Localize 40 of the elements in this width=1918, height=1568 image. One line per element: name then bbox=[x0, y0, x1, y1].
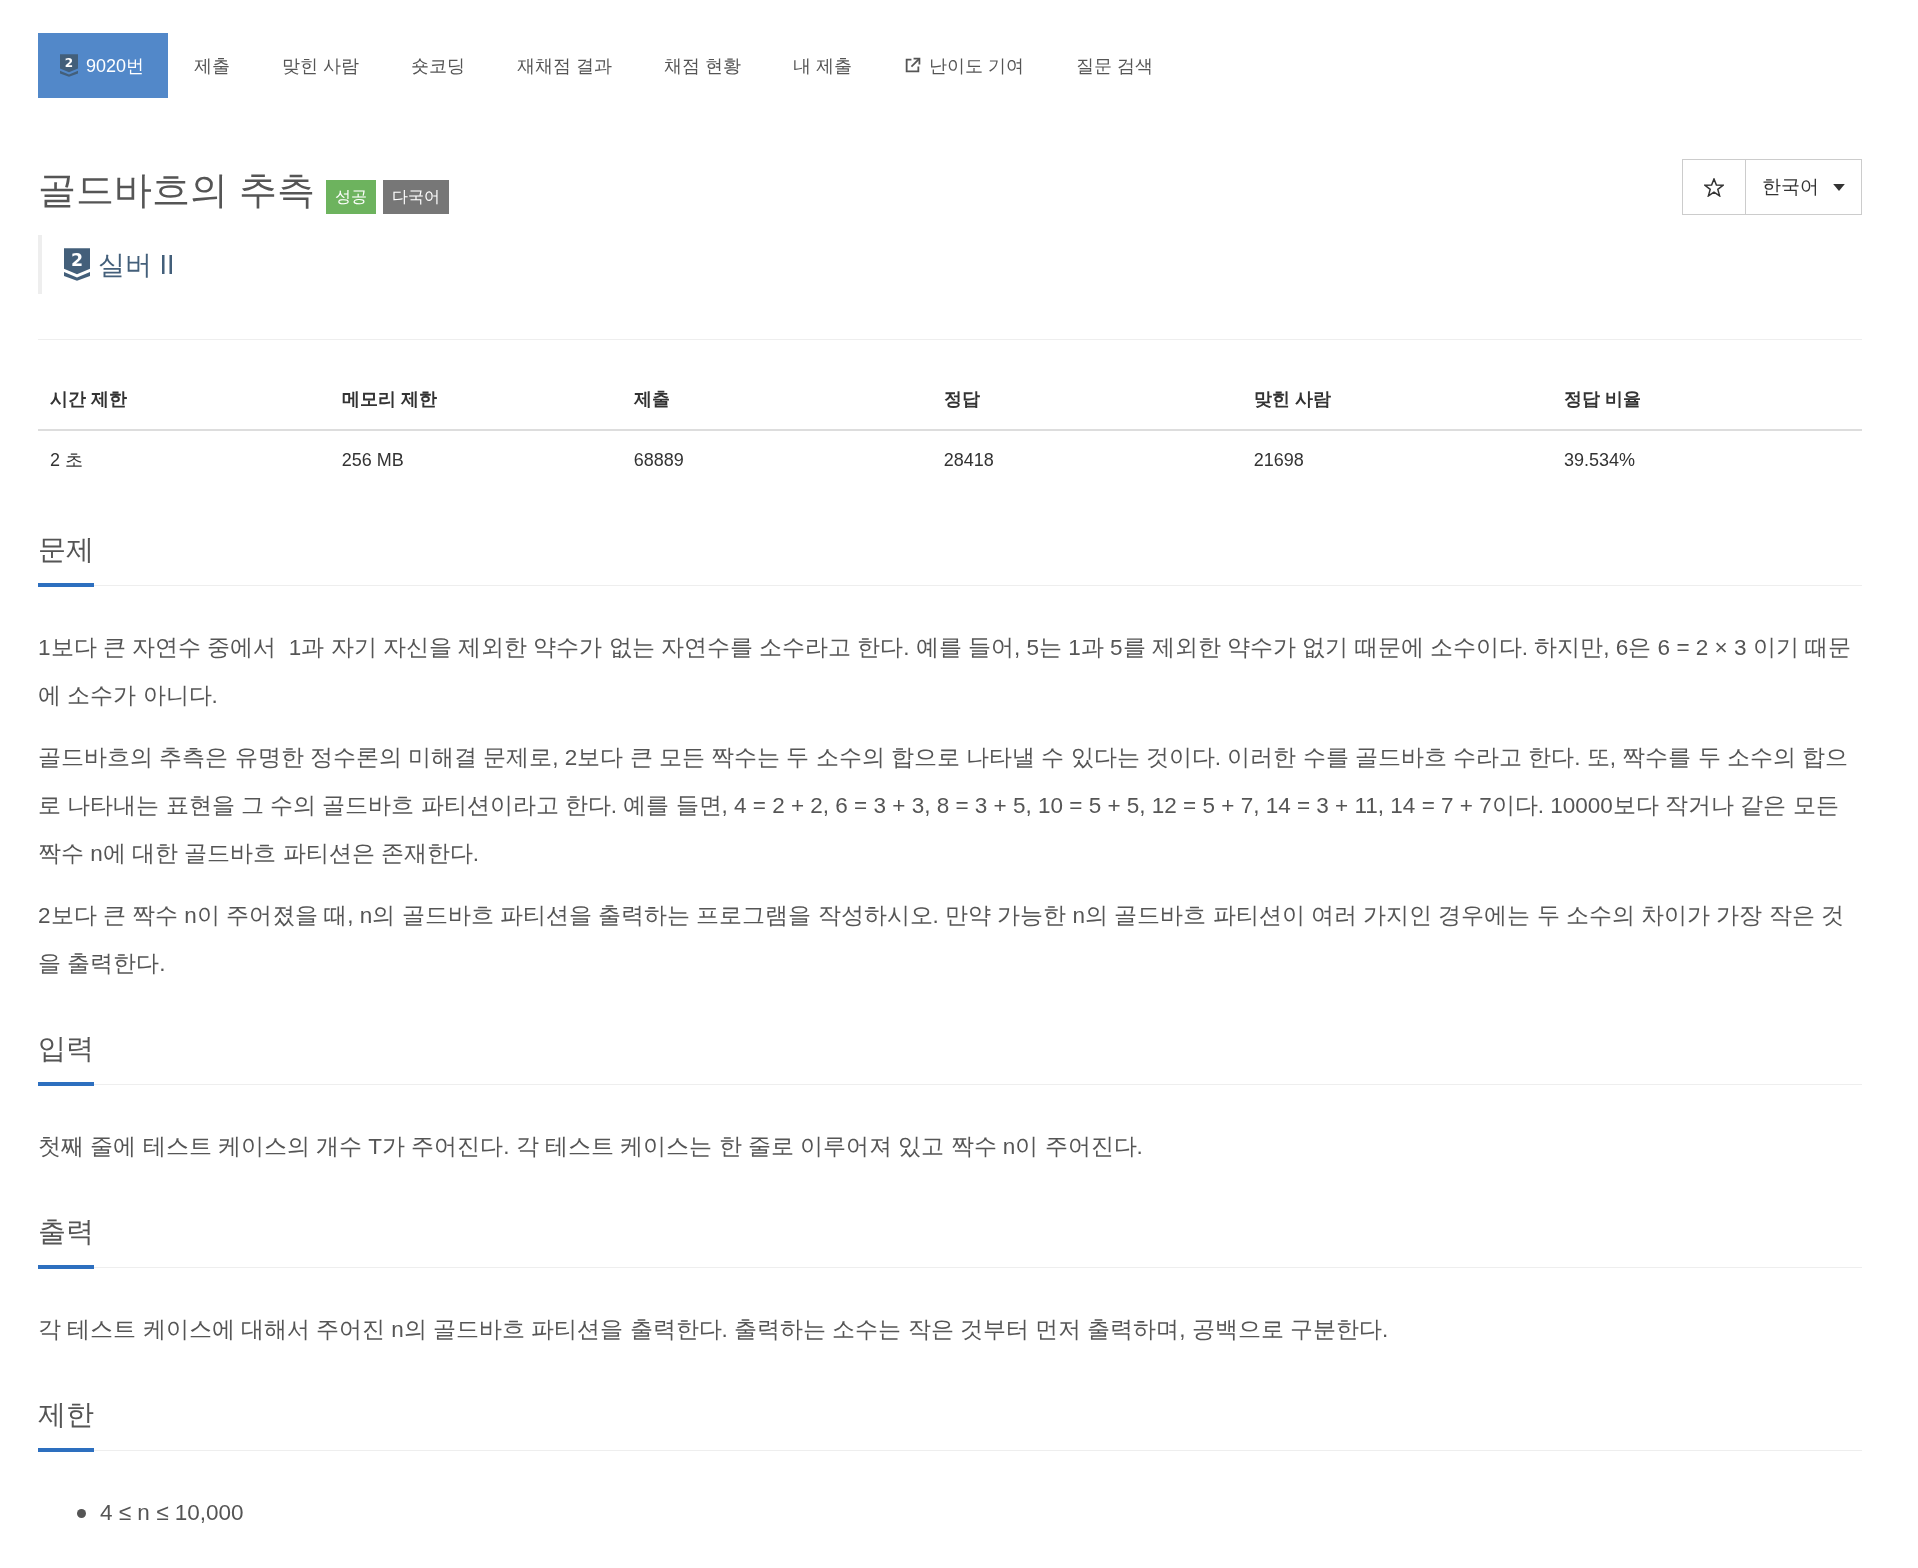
nav-tab[interactable]: 난이도 기여 bbox=[878, 33, 1051, 98]
problem-title: 골드바흐의 추측 bbox=[38, 167, 315, 213]
external-link-icon bbox=[904, 57, 922, 74]
status-label: 성공 bbox=[325, 180, 376, 214]
tier-label: 실버 II bbox=[98, 248, 175, 282]
nav-tab[interactable]: 재채점 결과 bbox=[491, 33, 639, 98]
bullet-icon bbox=[77, 1508, 86, 1518]
table-header-cell: 제출 bbox=[621, 370, 932, 431]
table-cell-text: 39.534% bbox=[1562, 449, 1636, 472]
table-header-cell: 정답 bbox=[931, 370, 1242, 431]
table-header-cell: 메모리 제한 bbox=[329, 370, 622, 431]
caret-icon bbox=[1833, 183, 1845, 191]
table-cell-text: 68889 bbox=[632, 449, 685, 472]
section-title: 문제 bbox=[38, 527, 94, 587]
paragraph: 1보다 큰 자연수 중에서 1과 자기 자신을 제외한 약수가 없는 자연수를 소수라고 한다. 예를 들어, 5는 1과 5를 제외한 약수가 없기 때문에 소수이다. 하지만, 6은 6 = 2 × 3 이기 때문에 소수가 아니다. bbox=[38, 634, 1852, 710]
paragraph: 첫째 줄에 테스트 케이스의 개수 T가 주어진다. 각 테스트 케이스는 한 줄로 이루어져 있고 짝수 n이 주어진다. bbox=[38, 1133, 1144, 1161]
paragraph: 각 테스트 케이스에 대해서 주어진 n의 골드바흐 파티션을 출력한다. 출력하는 소수는 작은 것부터 먼저 출력하며, 공백으로 구분한다. bbox=[38, 1316, 1390, 1344]
list-item: 4 ≤ n ≤ 10,000 bbox=[100, 1499, 244, 1527]
section-title: 입력 bbox=[38, 1026, 94, 1086]
status-label: 다국어 bbox=[382, 180, 449, 214]
table-cell-text: 256 MB bbox=[340, 449, 405, 472]
section-title: 제한 bbox=[38, 1392, 94, 1452]
nav-tab[interactable]: 2 9020번 bbox=[38, 33, 169, 98]
nav-tab[interactable]: 맞힌 사람 bbox=[256, 33, 386, 98]
nav-tab[interactable]: 내 제출 bbox=[767, 33, 879, 98]
section-title: 출력 bbox=[38, 1209, 94, 1269]
nav-tab[interactable]: 제출 bbox=[168, 33, 257, 98]
nav-tab[interactable]: 질문 검색 bbox=[1050, 33, 1180, 98]
paragraph: 2보다 큰 짝수 n이 주어졌을 때, n의 골드바흐 파티션을 출력하는 프로그램을 작성하시오. 만약 가능한 n의 골드바흐 파티션이 여러 가지인 경우에는 두 소수의 차이가 가장 작은 것을 출력한다. bbox=[38, 902, 1845, 978]
favorite-button[interactable] bbox=[1682, 159, 1746, 215]
table-cell-text: 21698 bbox=[1252, 449, 1305, 472]
table-cell-text: 28418 bbox=[942, 449, 995, 472]
nav-tab[interactable]: 채점 현황 bbox=[638, 33, 768, 98]
table-header-cell: 시간 제한 bbox=[38, 370, 330, 431]
table-header-cell: 맞힌 사람 bbox=[1241, 370, 1552, 431]
table-cell-text: 2 초 bbox=[49, 449, 84, 472]
nav-tab[interactable]: 숏코딩 bbox=[385, 33, 492, 98]
paragraph: 골드바흐의 추측은 유명한 정수론의 미해결 문제로, 2보다 큰 모든 짝수는 두 소수의 합으로 나타낼 수 있다는 것이다. 이러한 수를 골드바흐 수라고 한다. 또, 짝수를 두 소수의 합으로 나타내는 표현을 그 수의 골드바흐 파티션이라고 한다. 예를 들면, 4 = 2 + 2, 6 = 3 + 3, 8 = 3 + 5, 10 = 5 + 5, 12 = 5 + 7, 14 = 3 + 11, 14 = 7 + 7이다. 10000보다 작거나 같은 모든 짝수 n에 대한 골드바흐 파티션은 존재한다. bbox=[38, 744, 1850, 868]
table-header-cell: 정답 비율 bbox=[1551, 370, 1862, 431]
language-dropdown[interactable]: 한국어 bbox=[1745, 159, 1862, 215]
